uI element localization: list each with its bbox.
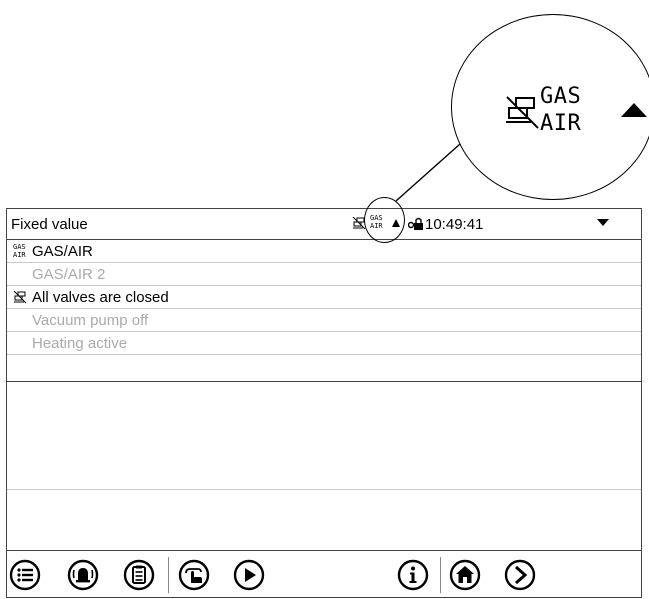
gas-air-indicator: GAS AIR — [540, 83, 581, 137]
valves-closed-icon — [506, 96, 539, 129]
gas-text: GAS — [540, 84, 582, 109]
triangle-up-icon — [621, 103, 647, 117]
hand-icon[interactable] — [178, 559, 210, 591]
play-icon[interactable] — [233, 559, 265, 591]
status-list: GAS AIR GAS/AIR GAS/AIR 2 All valves are… — [7, 240, 641, 355]
air-text: AIR — [13, 251, 26, 259]
magnifier-callout: GAS AIR — [451, 14, 649, 200]
list-item-label: GAS/AIR — [32, 243, 93, 260]
list-item: Vacuum pump off — [7, 309, 641, 332]
header-bar: Fixed value GAS AIR 10:49:41 — [7, 209, 641, 240]
list-item-label: All valves are closed — [32, 289, 169, 306]
alarm-icon[interactable] — [67, 559, 99, 591]
list-item: Heating active — [7, 332, 641, 355]
gas-air-icon: GAS AIR — [13, 243, 26, 259]
lock-icon — [408, 217, 423, 230]
list-item: GAS/AIR 2 — [7, 263, 641, 286]
bottom-toolbar — [7, 550, 641, 599]
air-text: AIR — [540, 111, 582, 136]
list-item: GAS AIR GAS/AIR — [7, 240, 641, 263]
list-item: All valves are closed — [7, 286, 641, 309]
list-item-label: Vacuum pump off — [32, 312, 149, 329]
divider — [7, 489, 641, 490]
next-icon[interactable] — [504, 559, 536, 591]
highlight-circle — [364, 197, 405, 243]
toolbar-separator — [168, 557, 169, 593]
page-title: Fixed value — [11, 216, 88, 233]
gas-text: GAS — [13, 243, 26, 251]
list-item-label: GAS/AIR 2 — [32, 266, 106, 283]
list-item-label: Heating active — [32, 335, 128, 352]
valves-closed-icon — [13, 291, 27, 304]
dropdown-arrow-icon[interactable] — [597, 219, 609, 227]
divider — [7, 381, 641, 382]
controller-screen: Fixed value GAS AIR 10:49:41 GAS AIR GAS… — [6, 208, 642, 598]
clipboard-icon[interactable] — [123, 559, 155, 591]
home-icon[interactable] — [449, 559, 481, 591]
menu-icon[interactable] — [9, 559, 41, 591]
clock-time: 10:49:41 — [425, 216, 484, 233]
info-icon[interactable] — [397, 559, 429, 591]
toolbar-separator — [440, 557, 441, 593]
